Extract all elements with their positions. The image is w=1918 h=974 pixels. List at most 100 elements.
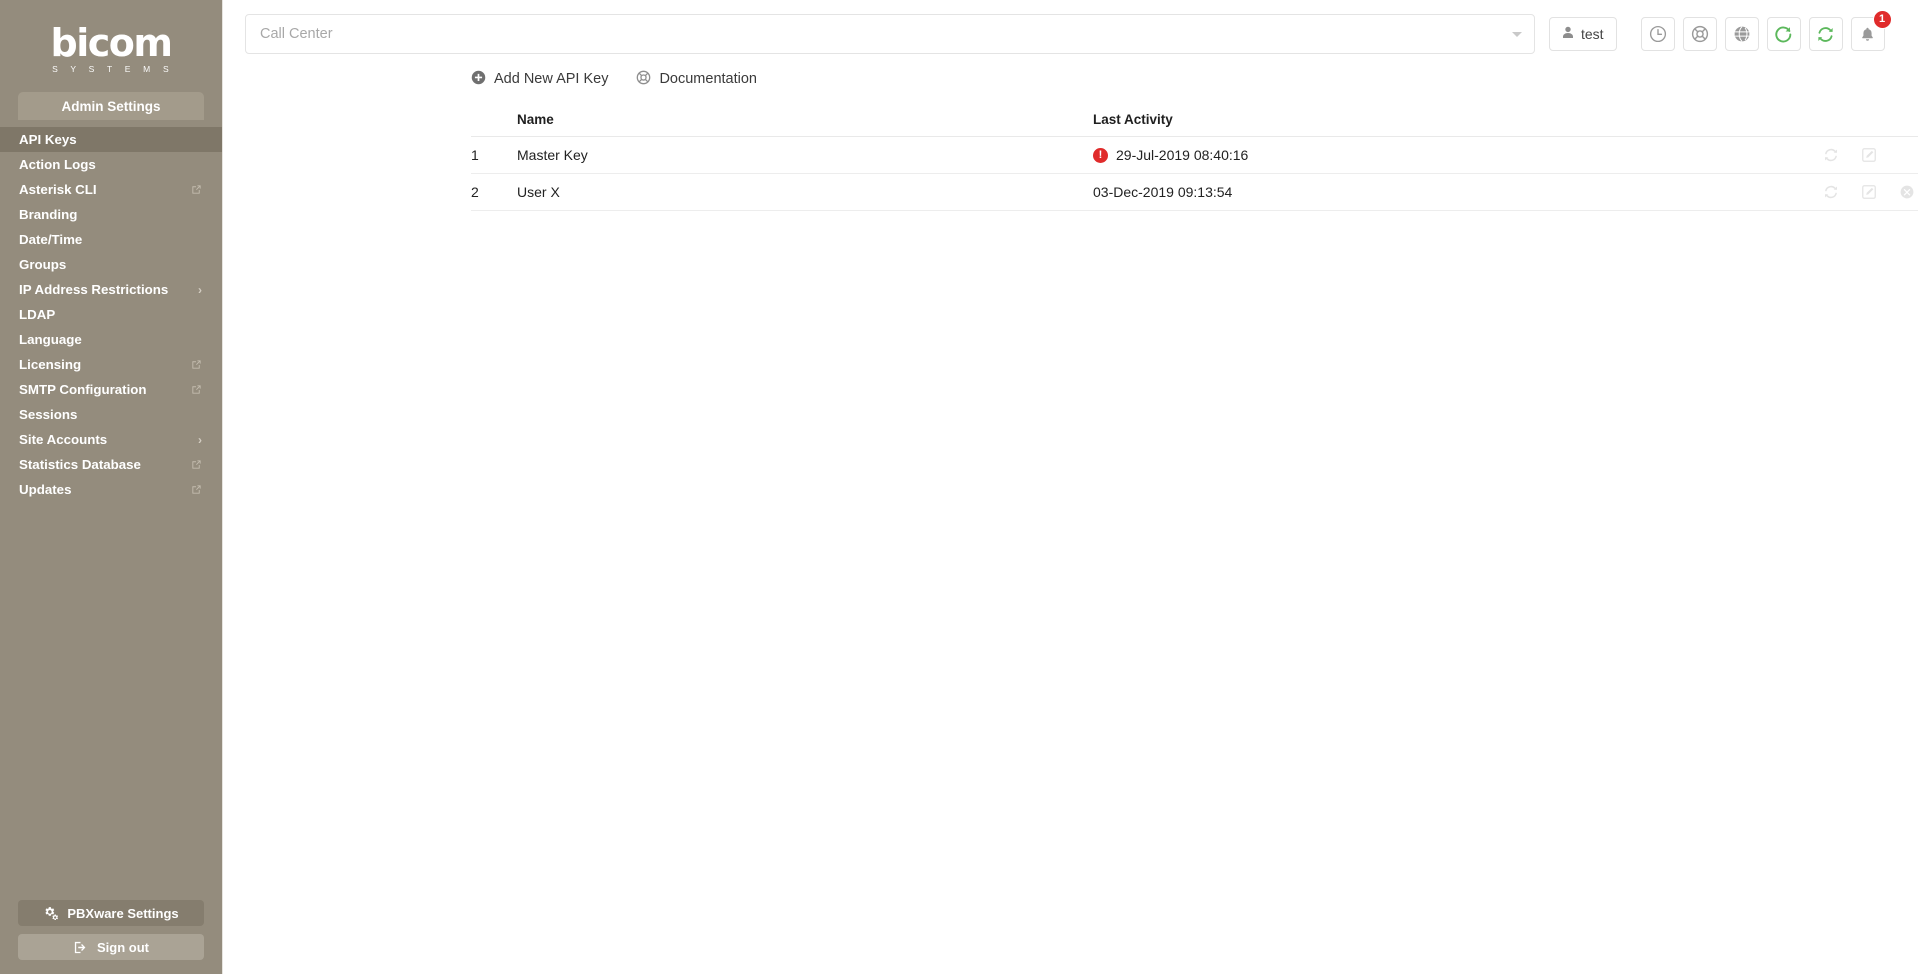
- external-link-icon: [191, 384, 202, 395]
- row-last-activity-value: 03-Dec-2019 09:13:54: [1093, 184, 1233, 200]
- sidebar-item-updates[interactable]: Updates: [0, 477, 222, 502]
- sidebar-item-date-time[interactable]: Date/Time: [0, 227, 222, 252]
- sidebar-item-label: Branding: [19, 207, 78, 222]
- sign-out-button[interactable]: Sign out: [18, 934, 204, 960]
- external-link-icon: [191, 359, 202, 370]
- sidebar-menu: API Keys Action Logs Asterisk CLI Brandi…: [0, 127, 222, 502]
- tenant-select-placeholder: Call Center: [260, 26, 333, 42]
- sync-icon-button[interactable]: [1808, 17, 1843, 51]
- sidebar-item-groups[interactable]: Groups: [0, 252, 222, 277]
- column-header-index: [471, 112, 517, 137]
- sidebar-item-licensing[interactable]: Licensing: [0, 352, 222, 377]
- logo-tagline: S Y S T E M S: [52, 64, 174, 74]
- pbxware-settings-button[interactable]: PBXware Settings: [18, 900, 204, 926]
- sidebar-item-label: IP Address Restrictions: [19, 282, 169, 297]
- alert-exclamation-icon: !: [1093, 147, 1108, 163]
- tenant-select[interactable]: Call Center: [245, 14, 1535, 54]
- bell-icon: [1859, 26, 1876, 43]
- sidebar-item-api-keys[interactable]: API Keys: [0, 127, 222, 152]
- table-header-row: Name Last Activity: [471, 112, 1918, 137]
- table-row[interactable]: 1 Master Key ! 29-Jul-2019 08:40:16: [471, 136, 1918, 174]
- row-edit-icon[interactable]: [1861, 147, 1877, 163]
- main-content: Call Center test 1 Add New API Key Docum…: [222, 0, 1918, 974]
- pbxware-settings-label: PBXware Settings: [67, 905, 179, 921]
- add-new-api-key-button[interactable]: Add New API Key: [471, 70, 608, 89]
- sidebar: bicom S Y S T E M S Admin Settings API K…: [0, 0, 222, 974]
- globe-icon: [1733, 25, 1751, 43]
- sidebar-item-site-accounts[interactable]: Site Accounts ›: [0, 427, 222, 452]
- row-edit-icon[interactable]: [1861, 184, 1877, 200]
- row-index: 2: [471, 173, 517, 211]
- sidebar-item-branding[interactable]: Branding: [0, 202, 222, 227]
- user-icon: [1562, 26, 1574, 42]
- sidebar-footer: PBXware Settings Sign out: [0, 900, 222, 960]
- gears-icon: [43, 906, 59, 921]
- documentation-label: Documentation: [659, 71, 757, 87]
- row-last-activity: ! 29-Jul-2019 08:40:16: [1093, 136, 1793, 174]
- support-icon-button[interactable]: [1682, 17, 1717, 51]
- sidebar-item-label: Language: [19, 332, 82, 347]
- external-link-icon: [191, 459, 202, 470]
- column-header-actions: [1793, 112, 1918, 137]
- globe-icon-button[interactable]: [1724, 17, 1759, 51]
- add-new-api-key-label: Add New API Key: [494, 71, 609, 87]
- support-lifebuoy-icon: [1691, 25, 1709, 43]
- row-actions: [1793, 173, 1918, 211]
- clock-icon: [1649, 25, 1667, 43]
- row-delete-icon[interactable]: [1899, 184, 1915, 200]
- notifications-button[interactable]: 1: [1850, 10, 1892, 51]
- row-last-activity-value: 29-Jul-2019 08:40:16: [1116, 147, 1249, 163]
- sidebar-item-label: API Keys: [19, 132, 77, 147]
- sidebar-item-label: Statistics Database: [19, 457, 141, 472]
- documentation-lifebuoy-icon: [636, 70, 651, 89]
- sidebar-section-tab-label: Admin Settings: [61, 98, 161, 114]
- sidebar-section-tab[interactable]: Admin Settings: [18, 92, 204, 120]
- user-menu-button[interactable]: test: [1549, 17, 1617, 51]
- topbar-icon-group: 1: [1640, 10, 1892, 51]
- api-keys-table-container: Name Last Activity 1 Master Key ! 29-Jul…: [223, 112, 1918, 211]
- row-refresh-icon[interactable]: [1823, 184, 1839, 200]
- sidebar-item-label: Groups: [19, 257, 67, 272]
- sidebar-item-asterisk-cli[interactable]: Asterisk CLI: [0, 177, 222, 202]
- row-index: 1: [471, 136, 517, 174]
- sidebar-item-sessions[interactable]: Sessions: [0, 402, 222, 427]
- row-last-activity: 03-Dec-2019 09:13:54: [1093, 173, 1793, 211]
- sign-out-label: Sign out: [97, 939, 149, 955]
- clock-icon-button[interactable]: [1640, 17, 1675, 51]
- sidebar-item-label: LDAP: [19, 307, 56, 322]
- sidebar-item-statistics-database[interactable]: Statistics Database: [0, 452, 222, 477]
- documentation-button[interactable]: Documentation: [636, 70, 757, 89]
- brand-logo[interactable]: bicom S Y S T E M S: [0, 0, 222, 92]
- sidebar-item-label: Sessions: [19, 407, 78, 422]
- sidebar-item-language[interactable]: Language: [0, 327, 222, 352]
- column-header-name: Name: [517, 112, 1093, 137]
- chevron-right-icon: ›: [198, 432, 202, 447]
- sidebar-item-ip-address-restrictions[interactable]: IP Address Restrictions ›: [0, 277, 222, 302]
- plus-circle-icon: [471, 70, 486, 89]
- app-root: bicom S Y S T E M S Admin Settings API K…: [0, 0, 1918, 974]
- logo-wordmark: bicom: [50, 21, 173, 65]
- table-row[interactable]: 2 User X 03-Dec-2019 09:13:54: [471, 173, 1918, 211]
- sidebar-item-label: Site Accounts: [19, 432, 108, 447]
- sidebar-item-label: Updates: [19, 482, 72, 497]
- sidebar-item-smtp-configuration[interactable]: SMTP Configuration: [0, 377, 222, 402]
- column-header-last-activity: Last Activity: [1093, 112, 1793, 137]
- sidebar-item-label: Action Logs: [19, 157, 96, 172]
- sync-icon: [1816, 25, 1835, 44]
- notification-count-badge: 1: [1872, 10, 1892, 29]
- sidebar-item-label: Asterisk CLI: [19, 182, 97, 197]
- sidebar-item-label: SMTP Configuration: [19, 382, 147, 397]
- reload-icon: [1774, 25, 1793, 44]
- row-refresh-icon[interactable]: [1823, 147, 1839, 163]
- sidebar-item-label: Licensing: [19, 357, 82, 372]
- sidebar-item-label: Date/Time: [19, 232, 83, 247]
- reload-icon-button[interactable]: [1766, 17, 1801, 51]
- sidebar-item-ldap[interactable]: LDAP: [0, 302, 222, 327]
- row-actions: [1793, 136, 1918, 174]
- api-keys-table: Name Last Activity 1 Master Key ! 29-Jul…: [471, 112, 1918, 211]
- row-name: Master Key: [517, 136, 1093, 174]
- external-link-icon: [191, 184, 202, 195]
- chevron-right-icon: ›: [198, 282, 202, 297]
- sidebar-item-action-logs[interactable]: Action Logs: [0, 152, 222, 177]
- action-toolbar: Add New API Key Documentation: [223, 64, 1918, 94]
